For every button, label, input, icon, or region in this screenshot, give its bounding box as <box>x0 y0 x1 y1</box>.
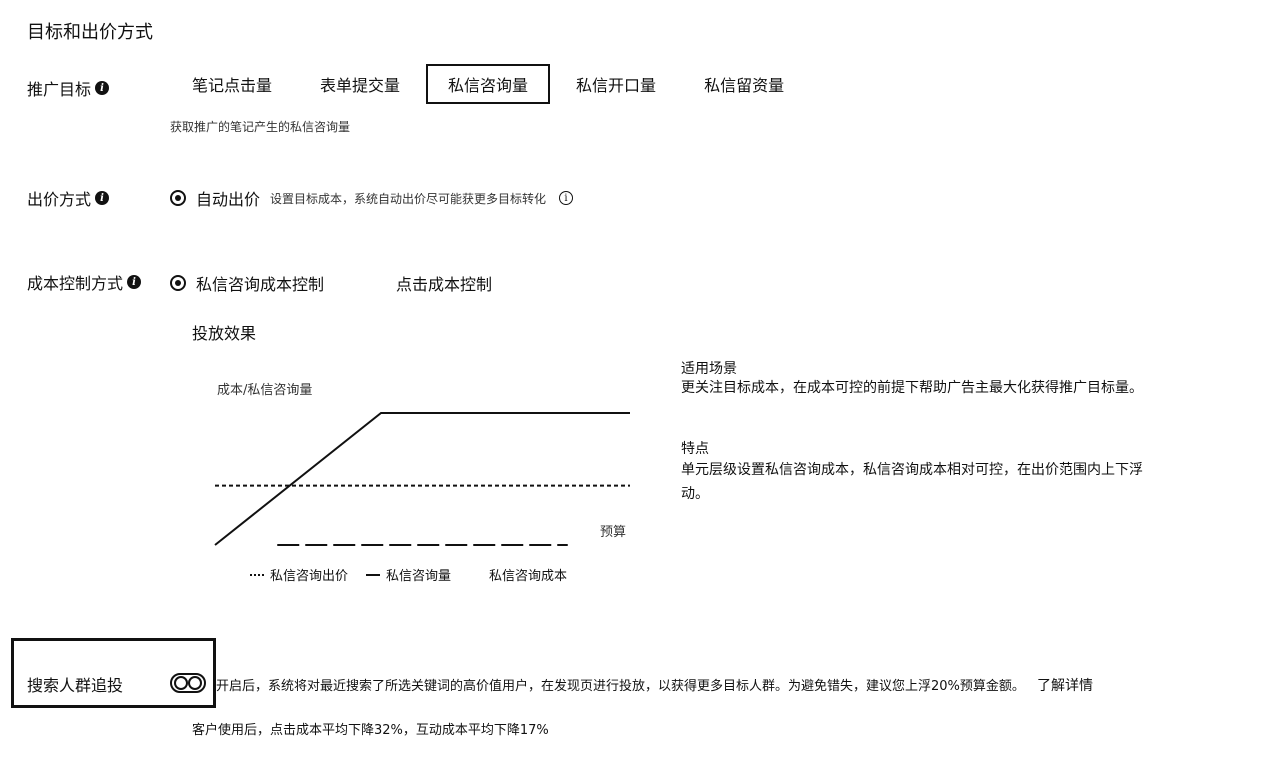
goal-option-dm-openers[interactable]: 私信开口量 <box>554 64 678 104</box>
info-circle-icon[interactable]: i <box>559 191 574 205</box>
toggle-knob-icon <box>188 676 202 690</box>
search-retarget-toggle[interactable] <box>170 673 206 693</box>
info-filled-icon[interactable]: i <box>127 275 142 289</box>
bid-option-label: 自动出价 <box>196 190 261 209</box>
goal-option-note-clicks[interactable]: 笔记点击量 <box>170 64 294 104</box>
feature-text: 单元层级设置私信咨询成本，私信咨询成本相对可控，在出价范围内上下浮动。 <box>681 462 1143 502</box>
goal-options: 笔记点击量 表单提交量 私信咨询量 私信开口量 私信留资量 <box>170 64 810 104</box>
goal-label-row: 推广目标 i <box>27 76 110 100</box>
legend-item: 私信咨询成本 <box>469 565 567 584</box>
feature-heading: 特点 <box>681 441 709 457</box>
cost-label: 成本控制方式 <box>27 274 124 293</box>
legend-item: 私信咨询出价 <box>250 565 348 584</box>
radio-checked-icon[interactable] <box>170 275 186 291</box>
radio-unchecked-icon[interactable] <box>370 275 386 291</box>
chart-series-1 <box>214 412 630 546</box>
cost-option-click-label: 点击成本控制 <box>396 275 493 294</box>
scene-heading: 适用场景 <box>681 361 737 377</box>
bid-hint: 设置目标成本，系统自动出价尽可能获更多目标转化 <box>270 191 547 206</box>
scene-text: 更关注目标成本，在成本可控的前提下帮助广告主最大化获得推广目标量。 <box>681 380 1143 396</box>
info-filled-icon[interactable]: i <box>95 81 110 95</box>
legend-label: 私信咨询出价 <box>270 569 349 584</box>
cost-label-row: 成本控制方式 i <box>27 270 142 294</box>
chart-y-label: 成本/私信咨询量 <box>217 383 312 398</box>
search-retarget-label: 搜索人群追投 <box>27 676 124 695</box>
legend-swatch-solid <box>366 573 381 576</box>
search-retarget-stat: 客户使用后，点击成本平均下降32%，互动成本平均下降17% <box>192 723 549 738</box>
goal-label: 推广目标 <box>27 80 92 99</box>
chart-legend: 私信咨询出价 私信咨询量 私信咨询成本 <box>250 565 567 584</box>
search-desc-text: 开启后，系统将对最近搜索了所选关键词的高价值用户，在发现页进行投放，以获得更多目… <box>216 679 1025 694</box>
goal-option-dm-leads[interactable]: 私信留资量 <box>682 64 806 104</box>
legend-label: 私信咨询成本 <box>489 569 568 584</box>
toggle-knob-icon <box>174 676 188 690</box>
goal-option-form-submits[interactable]: 表单提交量 <box>298 64 422 104</box>
search-retarget-desc: 开启后，系统将对最近搜索了所选关键词的高价值用户，在发现页进行投放，以获得更多目… <box>216 675 1256 695</box>
bid-label: 出价方式 <box>27 190 92 209</box>
section-title: 目标和出价方式 <box>27 22 153 43</box>
legend-item: 私信咨询量 <box>366 565 451 584</box>
effect-chart: 成本/私信咨询量 预算 <box>214 383 630 546</box>
goal-hint: 获取推广的笔记产生的私信咨询量 <box>170 120 351 134</box>
learn-more-link[interactable]: 了解详情 <box>1037 678 1093 694</box>
cost-option-dm[interactable]: 私信咨询成本控制 <box>170 271 324 295</box>
goal-option-dm-inquiries[interactable]: 私信咨询量 <box>426 64 551 104</box>
effect-title: 投放效果 <box>192 324 257 343</box>
legend-swatch-dashed <box>469 574 483 576</box>
legend-label: 私信咨询量 <box>386 569 452 584</box>
cost-option-click[interactable]: 点击成本控制 <box>370 271 492 295</box>
legend-swatch-dotted <box>250 573 264 576</box>
info-filled-icon[interactable]: i <box>95 191 110 205</box>
bid-label-row: 出价方式 i <box>27 186 110 210</box>
bid-option[interactable]: 自动出价 设置目标成本，系统自动出价尽可能获更多目标转化 i <box>170 186 574 210</box>
chart-x-label: 预算 <box>600 525 626 540</box>
cost-option-dm-label: 私信咨询成本控制 <box>196 275 325 294</box>
radio-checked-icon[interactable] <box>170 190 186 206</box>
